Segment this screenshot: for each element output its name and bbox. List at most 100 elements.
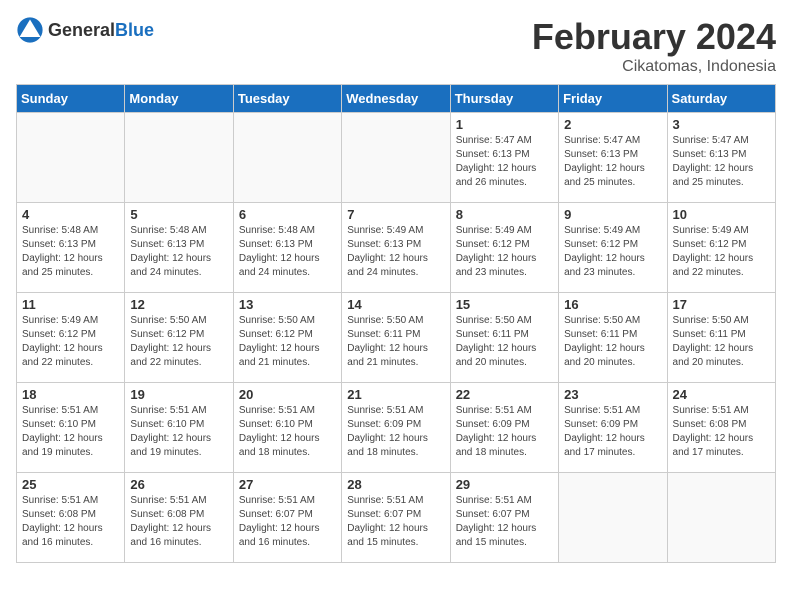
day-cell: 17 Sunrise: 5:50 AM Sunset: 6:11 PM Dayli… [667,293,775,383]
day-number: 25 [22,477,119,492]
day-number: 16 [564,297,661,312]
column-header-saturday: Saturday [667,85,775,113]
day-info: Sunrise: 5:50 AM Sunset: 6:11 PM Dayligh… [673,314,770,370]
week-row-5: 25 Sunrise: 5:51 AM Sunset: 6:08 PM Dayli… [17,473,776,563]
day-cell: 14 Sunrise: 5:50 AM Sunset: 6:11 PM Dayli… [342,293,450,383]
logo-blue: Blue [115,20,154,40]
day-number: 23 [564,387,661,402]
day-cell: 19 Sunrise: 5:51 AM Sunset: 6:10 PM Dayli… [125,383,233,473]
day-cell: 16 Sunrise: 5:50 AM Sunset: 6:11 PM Dayli… [559,293,667,383]
day-number: 10 [673,207,770,222]
location-subtitle: Cikatomas, Indonesia [532,58,776,76]
page-header: GeneralBlue February 2024 Cikatomas, Ind… [16,16,776,76]
column-header-friday: Friday [559,85,667,113]
day-number: 12 [130,297,227,312]
day-number: 21 [347,387,444,402]
month-title: February 2024 [532,16,776,58]
day-number: 14 [347,297,444,312]
day-info: Sunrise: 5:51 AM Sunset: 6:07 PM Dayligh… [239,494,336,550]
day-number: 2 [564,117,661,132]
day-number: 18 [22,387,119,402]
day-cell: 15 Sunrise: 5:50 AM Sunset: 6:11 PM Dayli… [450,293,558,383]
day-info: Sunrise: 5:50 AM Sunset: 6:12 PM Dayligh… [130,314,227,370]
day-cell [233,113,341,203]
day-info: Sunrise: 5:51 AM Sunset: 6:09 PM Dayligh… [456,404,553,460]
day-number: 11 [22,297,119,312]
day-cell [17,113,125,203]
day-cell: 18Sunrise: 5:51 AM Sunset: 6:10 PM Dayli… [17,383,125,473]
day-number: 15 [456,297,553,312]
day-info: Sunrise: 5:51 AM Sunset: 6:08 PM Dayligh… [130,494,227,550]
day-info: Sunrise: 5:49 AM Sunset: 6:12 PM Dayligh… [22,314,119,370]
column-header-tuesday: Tuesday [233,85,341,113]
column-header-monday: Monday [125,85,233,113]
day-cell [125,113,233,203]
column-header-sunday: Sunday [17,85,125,113]
day-info: Sunrise: 5:47 AM Sunset: 6:13 PM Dayligh… [564,134,661,190]
day-cell: 9 Sunrise: 5:49 AM Sunset: 6:12 PM Daylig… [559,203,667,293]
column-header-thursday: Thursday [450,85,558,113]
day-number: 26 [130,477,227,492]
day-cell: 25Sunrise: 5:51 AM Sunset: 6:08 PM Dayli… [17,473,125,563]
day-cell: 7 Sunrise: 5:49 AM Sunset: 6:13 PM Daylig… [342,203,450,293]
week-row-3: 11 Sunrise: 5:49 AM Sunset: 6:12 PM Dayli… [17,293,776,383]
day-info: Sunrise: 5:48 AM Sunset: 6:13 PM Dayligh… [239,224,336,280]
day-info: Sunrise: 5:50 AM Sunset: 6:11 PM Dayligh… [456,314,553,370]
day-number: 22 [456,387,553,402]
day-cell: 10 Sunrise: 5:49 AM Sunset: 6:12 PM Dayli… [667,203,775,293]
week-row-4: 18 Sunrise: 5:51 AM Sunset: 6:10 PM Dayli… [17,383,776,473]
day-number: 19 [130,387,227,402]
day-cell: 6Sunrise: 5:48 AM Sunset: 6:13 PM Daylig… [233,203,341,293]
day-number: 1 [456,117,553,132]
day-cell: 23 Sunrise: 5:51 AM Sunset: 6:09 PM Dayli… [559,383,667,473]
day-cell [667,473,775,563]
day-info: Sunrise: 5:49 AM Sunset: 6:13 PM Dayligh… [347,224,444,280]
day-number: 28 [347,477,444,492]
day-number: 4 [22,207,119,222]
week-row-2: 4 Sunrise: 5:48 AM Sunset: 6:13 PM Daylig… [17,203,776,293]
day-cell: 28 Sunrise: 5:51 AM Sunset: 6:07 PM Dayli… [342,473,450,563]
day-cell [342,113,450,203]
day-info: Sunrise: 5:51 AM Sunset: 6:08 PM Dayligh… [673,404,770,460]
logo-general: General [48,20,115,40]
day-number: 8 [456,207,553,222]
column-header-wednesday: Wednesday [342,85,450,113]
day-number: 17 [673,297,770,312]
day-cell: 3Sunrise: 5:47 AM Sunset: 6:13 PM Daylig… [667,113,775,203]
title-area: February 2024 Cikatomas, Indonesia [532,16,776,76]
day-info: Sunrise: 5:49 AM Sunset: 6:12 PM Dayligh… [456,224,553,280]
day-cell: 1Sunrise: 5:47 AM Sunset: 6:13 PM Daylig… [450,113,558,203]
day-number: 9 [564,207,661,222]
day-number: 13 [239,297,336,312]
day-info: Sunrise: 5:50 AM Sunset: 6:11 PM Dayligh… [564,314,661,370]
calendar-header-row: SundayMondayTuesdayWednesdayThursdayFrid… [17,85,776,113]
calendar-table: SundayMondayTuesdayWednesdayThursdayFrid… [16,84,776,563]
day-cell: 26 Sunrise: 5:51 AM Sunset: 6:08 PM Dayli… [125,473,233,563]
day-info: Sunrise: 5:51 AM Sunset: 6:09 PM Dayligh… [564,404,661,460]
day-number: 24 [673,387,770,402]
logo-icon [16,16,44,44]
day-info: Sunrise: 5:48 AM Sunset: 6:13 PM Dayligh… [130,224,227,280]
day-number: 27 [239,477,336,492]
day-number: 7 [347,207,444,222]
day-cell: 27 Sunrise: 5:51 AM Sunset: 6:07 PM Dayli… [233,473,341,563]
day-cell: 13 Sunrise: 5:50 AM Sunset: 6:12 PM Dayli… [233,293,341,383]
day-info: Sunrise: 5:50 AM Sunset: 6:11 PM Dayligh… [347,314,444,370]
day-cell [559,473,667,563]
day-info: Sunrise: 5:49 AM Sunset: 6:12 PM Dayligh… [673,224,770,280]
day-cell: 2 Sunrise: 5:47 AM Sunset: 6:13 PM Daylig… [559,113,667,203]
day-cell: 4Sunrise: 5:48 AM Sunset: 6:13 PM Daylig… [17,203,125,293]
logo: GeneralBlue [16,16,154,44]
week-row-1: 1 Sunrise: 5:47 AM Sunset: 6:13 PM Daylig… [17,113,776,203]
day-info: Sunrise: 5:51 AM Sunset: 6:07 PM Dayligh… [347,494,444,550]
day-info: Sunrise: 5:50 AM Sunset: 6:12 PM Dayligh… [239,314,336,370]
day-number: 20 [239,387,336,402]
day-cell: 8 Sunrise: 5:49 AM Sunset: 6:12 PM Daylig… [450,203,558,293]
day-info: Sunrise: 5:49 AM Sunset: 6:12 PM Dayligh… [564,224,661,280]
day-cell: 24 Sunrise: 5:51 AM Sunset: 6:08 PM Dayli… [667,383,775,473]
day-info: Sunrise: 5:51 AM Sunset: 6:09 PM Dayligh… [347,404,444,460]
day-number: 29 [456,477,553,492]
day-info: Sunrise: 5:51 AM Sunset: 6:10 PM Dayligh… [130,404,227,460]
day-cell: 29Sunrise: 5:51 AM Sunset: 6:07 PM Dayli… [450,473,558,563]
day-cell: 22 Sunrise: 5:51 AM Sunset: 6:09 PM Dayli… [450,383,558,473]
